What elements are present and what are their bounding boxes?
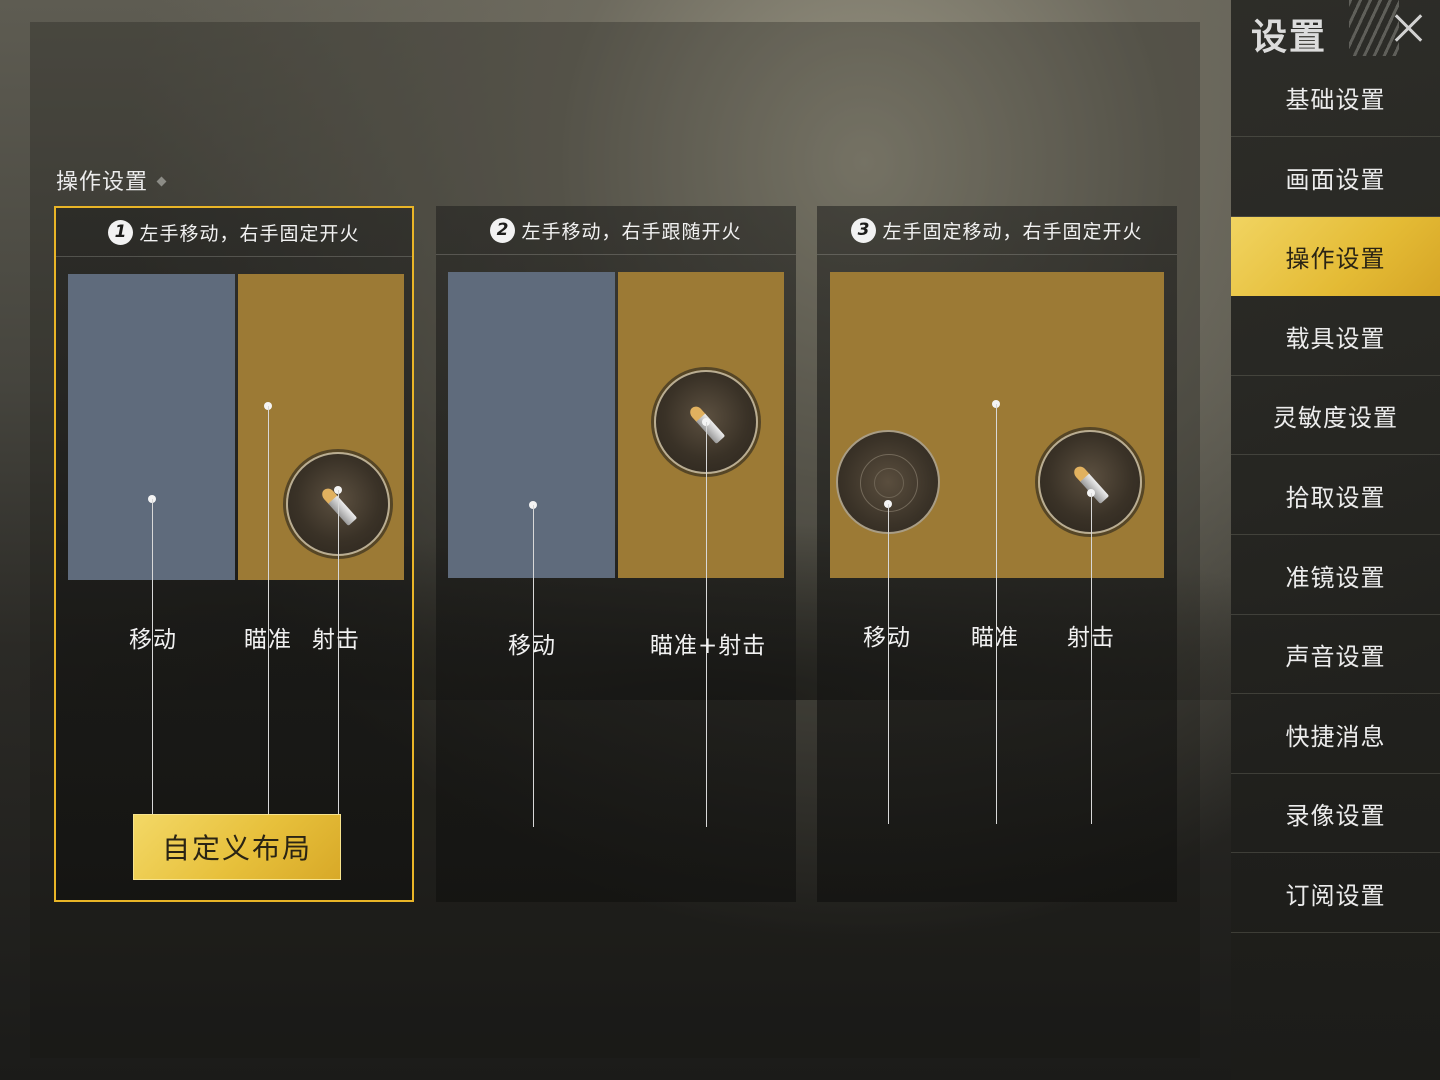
fire-pin-line [338,490,339,826]
sidebar-item-graphics[interactable]: 画面设置 [1231,138,1440,217]
sidebar-item-vehicle[interactable]: 载具设置 [1231,297,1440,376]
layout-card-2[interactable]: 2 左手移动，右手跟随开火 移动 瞄准+射击 [436,206,796,902]
layout-preview [448,272,784,578]
layout-card-1[interactable]: 1 左手移动，右手固定开火 移动 瞄准 射击 [54,206,414,902]
section-title: 操作设置 [56,164,167,196]
title-diamond-icon [156,176,167,187]
custom-layout-button[interactable]: 自定义布局 [133,814,341,880]
aim-pin-line [268,406,269,826]
card-header: 3 左手固定移动，右手固定开火 [817,206,1177,255]
aim-fire-pin-line [706,422,707,827]
layout-card-3[interactable]: 3 左手固定移动，右手固定开火 移动 瞄准 射击 [817,206,1177,902]
card-title: 左手固定移动，右手固定开火 [882,220,1143,243]
sidebar-item-scope[interactable]: 准镜设置 [1231,536,1440,615]
label-move: 移动 [129,627,177,653]
sidebar-item-sensitivity[interactable]: 灵敏度设置 [1231,376,1440,455]
move-pin-line [888,504,889,824]
sidebar-item-quick-message[interactable]: 快捷消息 [1231,695,1440,774]
card-header: 2 左手移动，右手跟随开火 [436,206,796,255]
close-icon[interactable] [1389,8,1429,48]
sidebar-title: 设置 [1251,17,1328,58]
label-fire: 射击 [312,627,360,653]
sidebar-item-sound[interactable]: 声音设置 [1231,615,1440,694]
label-fire: 射击 [1067,625,1115,651]
sidebar-item-recording[interactable]: 录像设置 [1231,774,1440,853]
number-badge: 2 [490,217,516,243]
fire-pin-line [1091,493,1092,824]
card-title: 左手移动，右手跟随开火 [521,220,742,243]
number-badge: 3 [851,217,877,243]
sidebar-item-subscription[interactable]: 订阅设置 [1231,854,1440,933]
move-pin-line [533,505,534,827]
label-move: 移动 [863,625,911,651]
label-move: 移动 [508,633,556,659]
layout-preview [830,272,1164,578]
layout-preview [68,274,404,580]
label-aim: 瞄准 [244,627,292,653]
card-header: 1 左手移动，右手固定开火 [56,208,412,257]
fire-button-icon [1038,430,1142,534]
card-title: 左手移动，右手固定开火 [139,222,360,245]
sidebar-item-basic[interactable]: 基础设置 [1231,58,1440,137]
label-aim: 瞄准 [971,625,1019,651]
move-zone [448,272,615,578]
number-badge: 1 [108,219,134,245]
move-pin-line [152,499,153,826]
sidebar-item-pickup[interactable]: 拾取设置 [1231,456,1440,535]
settings-sidebar: 设置 基础设置 画面设置 操作设置 载具设置 灵敏度设置 拾取设置 准镜设置 声… [1231,0,1440,1080]
aim-pin-line [996,404,997,824]
label-aim-fire: 瞄准+射击 [650,633,767,659]
sidebar-item-controls[interactable]: 操作设置 [1231,217,1440,296]
sidebar-header: 设置 [1231,0,1440,58]
